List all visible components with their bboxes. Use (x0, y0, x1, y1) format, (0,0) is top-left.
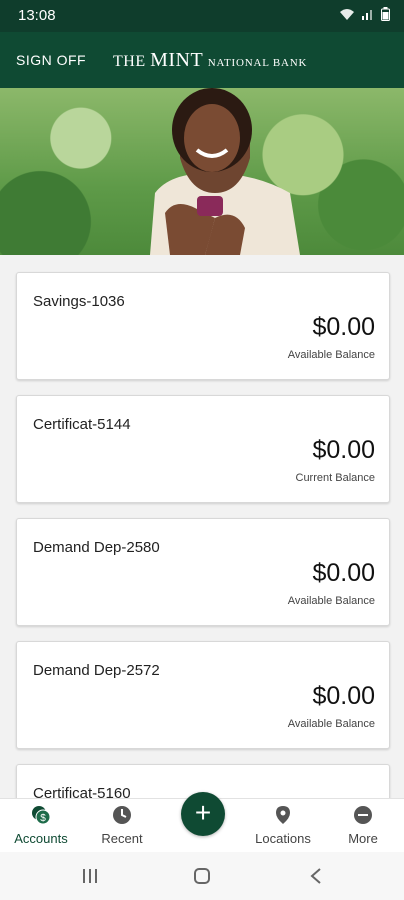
bank-logo: THE MINT NATIONAL BANK (113, 49, 307, 72)
account-card[interactable]: Demand Dep-2572 $0.00 Available Balance (16, 641, 390, 749)
tab-recent[interactable]: Recent (82, 799, 162, 853)
status-icons (339, 7, 390, 21)
location-pin-icon (276, 806, 290, 824)
brand-prefix: THE (113, 53, 146, 70)
account-name: Certificat-5160 (33, 785, 131, 798)
account-name: Demand Dep-2572 (33, 662, 160, 679)
account-card[interactable]: Savings-1036 $0.00 Available Balance (16, 272, 390, 380)
brand-suffix: NATIONAL BANK (207, 57, 308, 69)
tab-label: Recent (101, 831, 143, 846)
account-list: Savings-1036 $0.00 Available Balance Cer… (0, 255, 404, 798)
woman-with-phone-illustration (150, 88, 300, 255)
balance-label: Available Balance (287, 349, 375, 361)
tab-accounts[interactable]: $ Accounts (1, 799, 81, 853)
signal-icon (362, 10, 372, 20)
system-navigation-bar (0, 852, 404, 900)
account-balance: $0.00 (312, 436, 375, 464)
account-balance: $0.00 (312, 559, 375, 587)
back-icon[interactable] (296, 864, 336, 888)
status-time: 13:08 (18, 7, 56, 24)
accounts-icon: $ (32, 806, 51, 825)
account-name: Savings-1036 (33, 293, 125, 310)
account-balance: $0.00 (312, 682, 375, 710)
tab-label: Accounts (14, 831, 68, 846)
clock-icon (113, 806, 131, 824)
account-balance: $0.00 (312, 313, 375, 341)
wifi-icon (340, 9, 354, 20)
battery-icon (381, 7, 390, 21)
status-bar: 13:08 (0, 0, 404, 32)
account-name: Certificat-5144 (33, 416, 131, 433)
brand-main: MINT (150, 49, 204, 71)
balance-label: Available Balance (287, 718, 375, 730)
account-name: Demand Dep-2580 (33, 539, 160, 556)
balance-label: Current Balance (295, 472, 376, 484)
add-button[interactable]: + (181, 792, 225, 836)
account-card[interactable]: Demand Dep-2580 $0.00 Available Balance (16, 518, 390, 626)
tab-label: More (348, 831, 378, 846)
hero-image (0, 88, 404, 255)
recent-apps-icon[interactable] (70, 864, 110, 888)
home-icon[interactable] (182, 864, 222, 888)
more-icon (354, 806, 372, 824)
balance-label: Available Balance (287, 595, 375, 607)
app-header: SIGN OFF THE MINT NATIONAL BANK (0, 32, 404, 88)
tab-more[interactable]: More (323, 799, 403, 853)
tab-locations[interactable]: Locations (243, 799, 323, 853)
sign-off-button[interactable]: SIGN OFF (16, 52, 86, 68)
svg-text:$: $ (40, 813, 46, 824)
account-card[interactable]: Certificat-5144 $0.00 Current Balance (16, 395, 390, 503)
tab-label: Locations (255, 831, 311, 846)
